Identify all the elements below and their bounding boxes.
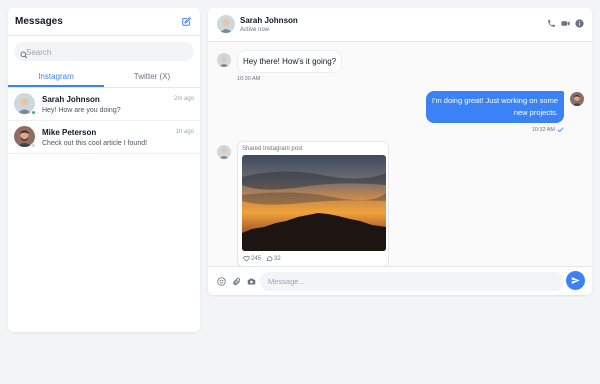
sender-avatar xyxy=(217,53,231,67)
send-button[interactable] xyxy=(566,271,585,290)
online-status-dot xyxy=(31,110,36,115)
send-icon xyxy=(571,277,580,284)
comments-count: 32 xyxy=(274,255,281,262)
message-timestamp: 10:30 AM xyxy=(237,76,261,82)
info-icon[interactable] xyxy=(575,19,584,28)
message-timestamp: 10:32 AM xyxy=(531,127,555,133)
conversation-name: Sarah Johnson xyxy=(42,95,100,104)
conversation-preview: Check out this cool article I found! xyxy=(42,140,148,147)
message-list: Hey there! How's it going? 10:30 AM I'm … xyxy=(208,42,592,266)
tab-instagram[interactable]: Instagram xyxy=(8,67,104,87)
conversation-preview: Hey! How are you doing? xyxy=(42,107,121,114)
phone-icon[interactable] xyxy=(547,19,556,28)
message-text-line: new projects. xyxy=(513,108,558,117)
comment-icon xyxy=(266,256,273,262)
likes-count: 245 xyxy=(251,255,262,262)
camera-icon[interactable] xyxy=(247,277,256,286)
shared-post-label: Shared Instagram post xyxy=(242,146,303,152)
contact-avatar[interactable] xyxy=(217,15,235,33)
own-avatar xyxy=(570,92,584,106)
paperclip-icon[interactable] xyxy=(232,277,241,286)
message-text-line: I'm doing great! Just working on some xyxy=(431,96,558,105)
heart-icon xyxy=(243,255,250,262)
conversation-time: 1h ago xyxy=(175,129,194,135)
read-check-icon xyxy=(557,126,564,133)
shared-post-card[interactable]: Shared Instagram post 245 32 xyxy=(237,141,389,266)
shared-post-image[interactable] xyxy=(242,155,386,251)
conversation-time: 2m ago xyxy=(173,96,194,102)
compose-icon[interactable] xyxy=(180,16,192,28)
offline-status-dot xyxy=(31,143,36,148)
sidebar-title: Messages xyxy=(15,16,63,27)
search-input[interactable] xyxy=(14,43,194,62)
conversation-name: Mike Peterson xyxy=(42,128,97,137)
chat-header: Sarah Johnson Active now xyxy=(208,8,592,42)
message-composer xyxy=(208,266,592,295)
conversations-sidebar: Messages Instagram Twitter (X) Sarah Joh… xyxy=(8,8,200,332)
conversation-item-mike[interactable]: Mike Peterson Check out this cool articl… xyxy=(8,121,200,154)
comments-stat[interactable]: 32 xyxy=(266,255,281,262)
message-input[interactable] xyxy=(260,272,564,291)
platform-tabs: Instagram Twitter (X) xyxy=(8,67,200,88)
chat-panel: Sarah Johnson Active now Hey there! How'… xyxy=(208,8,592,295)
sender-avatar xyxy=(217,145,231,159)
likes-stat[interactable]: 245 xyxy=(243,255,261,262)
video-icon[interactable] xyxy=(561,19,570,28)
search-box xyxy=(14,42,194,62)
sidebar-header: Messages xyxy=(8,8,200,36)
tab-twitter[interactable]: Twitter (X) xyxy=(104,67,200,87)
contact-name: Sarah Johnson xyxy=(240,16,298,25)
contact-status: Active now xyxy=(240,27,270,33)
emoji-icon[interactable] xyxy=(217,277,226,286)
message-bubble-outgoing: I'm doing great! Just working on some ne… xyxy=(425,91,564,123)
message-bubble-incoming: Hey there! How's it going? xyxy=(237,50,343,73)
conversation-item-sarah[interactable]: Sarah Johnson Hey! How are you doing? 2m… xyxy=(8,88,200,121)
search-icon xyxy=(20,46,30,59)
